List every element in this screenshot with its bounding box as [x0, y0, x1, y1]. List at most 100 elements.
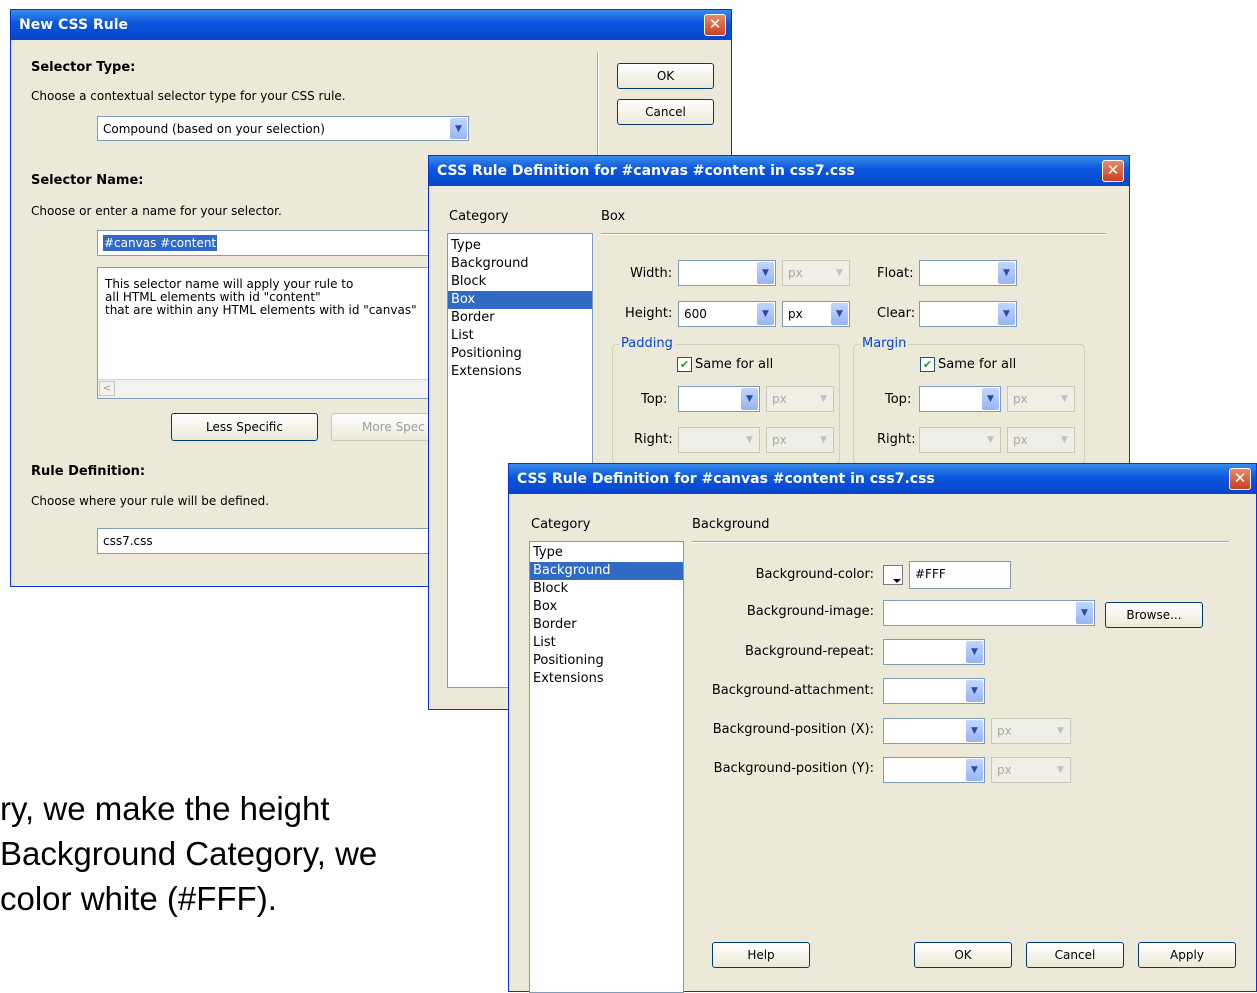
less-specific-button[interactable]: Less Specific	[171, 413, 318, 441]
background-repeat-select[interactable]: ▼	[883, 639, 985, 665]
padding-same-for-all[interactable]: ✔ Same for all	[677, 357, 773, 372]
chevron-down-icon[interactable]: ▼	[982, 388, 999, 410]
background-position-y-input[interactable]: ▼	[883, 757, 985, 783]
background-image-input[interactable]: ▼	[883, 600, 1095, 626]
unit-value: px	[997, 724, 1012, 738]
chevron-down-icon[interactable]: ▼	[966, 720, 983, 742]
dialog-title: New CSS Rule	[19, 17, 129, 33]
category-item-extensions[interactable]: Extensions	[448, 363, 592, 381]
more-specific-button[interactable]: More Spec	[331, 413, 441, 441]
background-position-y-label: Background-position (Y):	[713, 761, 874, 776]
background-position-x-unit[interactable]: px ▼	[991, 718, 1071, 744]
width-label: Width:	[630, 266, 673, 281]
browse-button[interactable]: Browse...	[1105, 602, 1203, 628]
category-item-type[interactable]: Type	[448, 237, 592, 255]
background-color-value: #FFF	[915, 567, 946, 581]
rule-definition-description: Choose where your rule will be defined.	[31, 494, 270, 508]
chevron-down-icon[interactable]: ▼	[1056, 429, 1073, 451]
category-item-positioning[interactable]: Positioning	[530, 652, 683, 670]
category-item-list[interactable]: List	[448, 327, 592, 345]
height-unit-select[interactable]: px ▼	[782, 301, 850, 327]
chevron-down-icon[interactable]: ▼	[450, 118, 467, 139]
chevron-down-icon[interactable]: ▼	[1052, 759, 1069, 781]
background-color-input[interactable]: #FFF	[909, 561, 1011, 589]
help-button[interactable]: Help	[712, 942, 810, 968]
selector-type-select[interactable]: Compound (based on your selection) ▼	[97, 116, 469, 141]
cancel-button[interactable]: Cancel	[1026, 942, 1124, 968]
margin-right-input[interactable]: ▼	[919, 427, 1001, 453]
chevron-down-icon[interactable]: ▼	[757, 262, 774, 284]
close-icon[interactable]: ✕	[1102, 160, 1124, 182]
chevron-down-icon[interactable]: ▼	[966, 641, 983, 663]
rule-definition-select[interactable]: css7.css	[97, 528, 447, 554]
background-position-y-unit[interactable]: px ▼	[991, 757, 1071, 783]
height-input[interactable]: 600 ▼	[678, 301, 776, 327]
dialog-titlebar: CSS Rule Definition for #canvas #content…	[429, 156, 1129, 186]
chevron-down-icon[interactable]: ▼	[815, 388, 832, 410]
scroll-left-icon[interactable]: <	[99, 381, 115, 396]
chevron-down-icon[interactable]: ▼	[966, 759, 983, 781]
padding-group-label: Padding	[619, 336, 675, 351]
chevron-down-icon[interactable]: ▼	[1056, 388, 1073, 410]
checkbox-icon[interactable]: ✔	[677, 357, 692, 372]
category-item-extensions[interactable]: Extensions	[530, 670, 683, 688]
height-label: Height:	[625, 306, 673, 321]
chevron-down-icon[interactable]: ▼	[998, 303, 1015, 325]
width-unit-select[interactable]: px ▼	[782, 260, 850, 286]
chevron-down-icon[interactable]: ▼	[815, 429, 832, 451]
category-item-border[interactable]: Border	[530, 616, 683, 634]
category-item-box[interactable]: Box	[530, 598, 683, 616]
chevron-down-icon[interactable]: ▼	[741, 388, 758, 410]
category-item-border[interactable]: Border	[448, 309, 592, 327]
background-attachment-label: Background-attachment:	[711, 683, 874, 698]
chevron-down-icon[interactable]: ▼	[757, 303, 774, 325]
margin-top-unit[interactable]: px ▼	[1007, 386, 1075, 412]
chevron-down-icon[interactable]: ▼	[831, 303, 848, 325]
chevron-down-icon[interactable]: ▼	[831, 262, 848, 284]
cancel-button[interactable]: Cancel	[617, 99, 714, 125]
float-select[interactable]: ▼	[919, 260, 1017, 286]
apply-button[interactable]: Apply	[1138, 942, 1236, 968]
checkbox-icon[interactable]: ✔	[920, 357, 935, 372]
chevron-down-icon[interactable]: ▼	[741, 429, 758, 451]
chevron-down-icon[interactable]: ▼	[966, 680, 983, 702]
chevron-down-icon[interactable]: ▼	[1076, 602, 1093, 624]
category-item-background[interactable]: Background	[530, 562, 683, 580]
margin-right-unit[interactable]: px ▼	[1007, 427, 1075, 453]
chevron-down-icon[interactable]: ▼	[1052, 720, 1069, 742]
category-item-list[interactable]: List	[530, 634, 683, 652]
chevron-down-icon[interactable]: ▼	[982, 429, 999, 451]
close-icon[interactable]: ✕	[704, 14, 726, 36]
ok-button[interactable]: OK	[914, 942, 1012, 968]
category-item-type[interactable]: Type	[530, 544, 683, 562]
background-attachment-select[interactable]: ▼	[883, 678, 985, 704]
chevron-down-icon[interactable]: ▼	[998, 262, 1015, 284]
category-item-block[interactable]: Block	[530, 580, 683, 598]
margin-top-input[interactable]: ▼	[919, 386, 1001, 412]
width-input[interactable]: ▼	[678, 260, 776, 286]
section-divider	[601, 233, 1106, 235]
horizontal-scrollbar[interactable]: <	[98, 379, 446, 398]
category-item-background[interactable]: Background	[448, 255, 592, 273]
clear-select[interactable]: ▼	[919, 301, 1017, 327]
padding-right-input[interactable]: ▼	[678, 427, 760, 453]
category-item-block[interactable]: Block	[448, 273, 592, 291]
background-position-x-input[interactable]: ▼	[883, 718, 985, 744]
category-item-box[interactable]: Box	[448, 291, 592, 309]
same-for-all-label: Same for all	[938, 357, 1017, 372]
selector-name-description: Choose or enter a name for your selector…	[31, 204, 282, 218]
close-icon[interactable]: ✕	[1229, 468, 1251, 490]
selector-name-input[interactable]: #canvas #content	[97, 230, 447, 256]
margin-same-for-all[interactable]: ✔ Same for all	[920, 357, 1016, 372]
category-item-positioning[interactable]: Positioning	[448, 345, 592, 363]
ok-button[interactable]: OK	[617, 63, 714, 89]
unit-value: px	[997, 763, 1012, 777]
padding-top-input[interactable]: ▼	[678, 386, 760, 412]
padding-top-unit[interactable]: px ▼	[766, 386, 834, 412]
padding-right-unit[interactable]: px ▼	[766, 427, 834, 453]
selector-type-description: Choose a contextual selector type for yo…	[31, 89, 346, 103]
color-picker-button[interactable]	[883, 565, 903, 585]
section-label: Background	[692, 517, 770, 532]
selector-type-heading: Selector Type:	[31, 60, 136, 75]
dialog-titlebar: CSS Rule Definition for #canvas #content…	[509, 464, 1256, 494]
